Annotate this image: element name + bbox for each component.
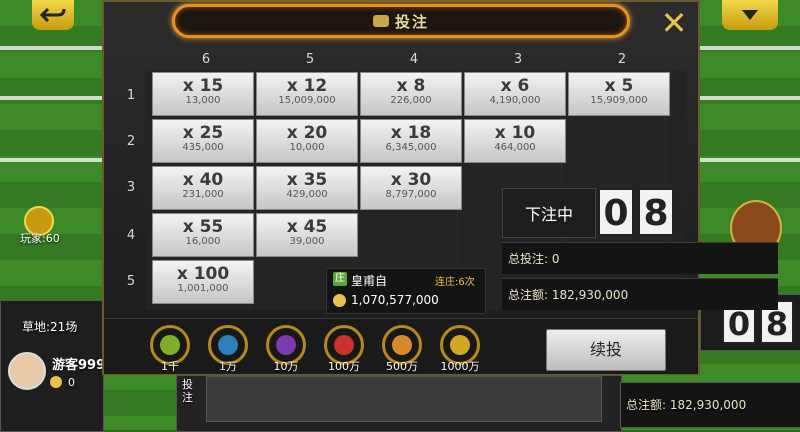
- bet-amount: 39,000: [289, 236, 325, 247]
- bet-amount: 13,000: [185, 95, 221, 106]
- banker-streak: 连庄:6次: [435, 277, 475, 288]
- row-header: 2: [126, 134, 136, 149]
- bet-multiplier: x 40: [182, 170, 224, 190]
- chip-label: 500万: [386, 360, 418, 373]
- banker-panel: 庄 皇甫自 连庄:6次 1,070,577,000: [326, 268, 486, 314]
- venue-label: 草地:21场: [22, 320, 78, 334]
- chip-label: 100万: [328, 360, 360, 373]
- column-header: 3: [513, 52, 523, 67]
- horseshoe-icon: [276, 335, 296, 355]
- chips-stack-icon: [372, 15, 389, 27]
- player-count: 玩家:60: [20, 232, 60, 245]
- bet-multiplier: x 25: [182, 123, 224, 143]
- bg-total-amount: 总注额: 182,930,000: [626, 398, 747, 412]
- row-header: 5: [126, 274, 136, 289]
- bet-amount: 15,009,000: [278, 95, 336, 106]
- countdown-digit: 8: [638, 188, 674, 236]
- bet-cell[interactable]: x 12 15,009,000: [256, 72, 358, 116]
- banker-badge: 庄: [333, 272, 347, 286]
- bet-multiplier: x 6: [500, 76, 530, 96]
- bet-amount: 4,190,000: [489, 95, 541, 106]
- bet-amount: 8,797,000: [385, 189, 437, 200]
- bet-amount: 1,001,000: [177, 283, 229, 294]
- row-header: 4: [126, 228, 136, 243]
- bg-bet-area: [206, 376, 602, 422]
- column-header: 6: [201, 52, 211, 67]
- bet-cell[interactable]: x 20 10,000: [256, 119, 358, 163]
- row-header: 1: [126, 88, 136, 103]
- bet-amount: 464,000: [494, 142, 536, 153]
- banker-coins: 1,070,577,000: [351, 293, 439, 307]
- column-header: 2: [617, 52, 627, 67]
- bet-multiplier: x 100: [176, 264, 230, 284]
- bet-multiplier: x 20: [286, 123, 328, 143]
- chip-label: 1千: [161, 360, 179, 373]
- bet-multiplier: x 18: [390, 123, 432, 143]
- horseshoe-icon: [218, 335, 238, 355]
- bet-cell[interactable]: x 10 464,000: [464, 119, 566, 163]
- coin-icon: [333, 294, 346, 307]
- bet-cell[interactable]: x 30 8,797,000: [360, 166, 462, 210]
- modal-title-bar: 投注: [172, 4, 630, 38]
- banker-name: 皇甫自: [351, 274, 388, 288]
- bet-cell[interactable]: x 45 39,000: [256, 213, 358, 257]
- bet-cell[interactable]: x 25 435,000: [152, 119, 254, 163]
- bet-amount: 226,000: [390, 95, 432, 106]
- chip-selector-bar: 1千 1万 10万 100万 500万 1000万 续投: [104, 318, 698, 374]
- bet-amount: 16,000: [185, 236, 221, 247]
- bet-amount: 231,000: [182, 189, 224, 200]
- bet-cell[interactable]: x 5 15,909,000: [568, 72, 670, 116]
- close-icon[interactable]: ✕: [657, 6, 691, 40]
- bet-cell[interactable]: x 8 226,000: [360, 72, 462, 116]
- repeat-bet-button[interactable]: 续投: [546, 329, 666, 371]
- bet-cell[interactable]: x 100 1,001,000: [152, 260, 254, 304]
- row-header: 3: [126, 180, 136, 195]
- username: 游客999: [52, 358, 106, 373]
- bet-amount: 435,000: [182, 142, 224, 153]
- bet-cell[interactable]: x 35 429,000: [256, 166, 358, 210]
- bet-multiplier: x 10: [494, 123, 536, 143]
- bet-multiplier: x 15: [182, 76, 224, 96]
- user-avatar[interactable]: [8, 352, 46, 390]
- horseshoe-icon: [450, 335, 470, 355]
- column-header: 5: [305, 52, 315, 67]
- chip-label: 1000万: [440, 360, 480, 373]
- chevron-down-icon: [742, 10, 758, 20]
- bet-amount: 429,000: [286, 189, 328, 200]
- horseshoe-icon: [392, 335, 412, 355]
- countdown-digit: 0: [598, 188, 634, 236]
- bet-cell[interactable]: x 55 16,000: [152, 213, 254, 257]
- modal-title: 投注: [394, 12, 429, 31]
- bet-cell[interactable]: x 6 4,190,000: [464, 72, 566, 116]
- betting-status: 下注中: [502, 188, 596, 238]
- bet-multiplier: x 5: [604, 76, 634, 96]
- bet-amount: 10,000: [289, 142, 325, 153]
- bet-modal: 投注 ✕ 6 5 4 3 2 1 2 3 4 5 x 15 13,000 x 12 1…: [102, 0, 778, 375]
- bet-cell[interactable]: x 15 13,000: [152, 72, 254, 116]
- menu-dropdown-button[interactable]: [722, 0, 778, 30]
- total-amount: 总注额: 182,930,000: [502, 278, 778, 310]
- bet-multiplier: x 35: [286, 170, 328, 190]
- bet-cell[interactable]: x 40 231,000: [152, 166, 254, 210]
- bet-amount: 6,345,000: [385, 142, 437, 153]
- horseshoe-icon: [334, 335, 354, 355]
- user-balance: 0: [68, 376, 75, 389]
- bet-multiplier: x 55: [182, 217, 224, 237]
- chip-label: 10万: [273, 360, 299, 373]
- bet-multiplier: x 8: [396, 76, 426, 96]
- bg-bet-label: 投注: [182, 378, 193, 404]
- horseshoe-icon: [160, 335, 180, 355]
- back-arrow-icon: [40, 7, 66, 23]
- bet-cell[interactable]: x 18 6,345,000: [360, 119, 462, 163]
- bet-amount: 15,909,000: [590, 95, 648, 106]
- coin-icon: [50, 376, 62, 388]
- column-header: 4: [409, 52, 419, 67]
- total-bet: 总投注: 0: [502, 242, 778, 274]
- back-button[interactable]: [32, 0, 74, 30]
- bet-multiplier: x 12: [286, 76, 328, 96]
- chip-label: 1万: [219, 360, 237, 373]
- bet-multiplier: x 30: [390, 170, 432, 190]
- bet-multiplier: x 45: [286, 217, 328, 237]
